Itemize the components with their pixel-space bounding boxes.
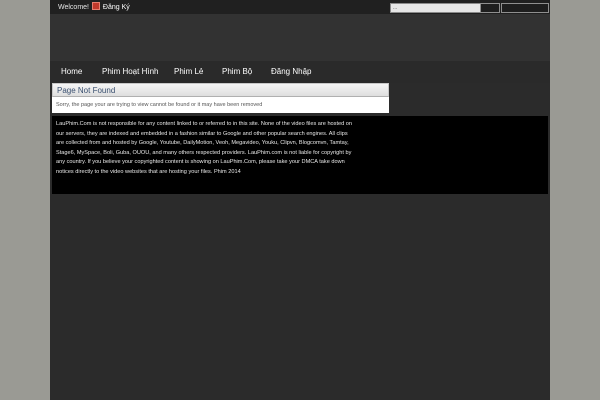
disclaimer-box: LauPhim.Com is not responsible for any c… (52, 116, 548, 194)
register-icon (91, 2, 100, 10)
site-header (50, 14, 550, 61)
page-wrapper: Welcome! Đăng Ký Home Phim Hoạt Hình Phi… (50, 0, 550, 400)
welcome-area: Welcome! Đăng Ký (58, 2, 130, 13)
notice-message: Sorry, the page your are trying to view … (52, 97, 389, 113)
register-link[interactable]: Đăng Ký (103, 4, 130, 11)
nav-phim-hoat-hinh[interactable]: Phim Hoạt Hình (102, 61, 158, 83)
nav-phim-bo[interactable]: Phim Bộ (222, 61, 252, 83)
search-input[interactable] (390, 3, 482, 13)
search-button[interactable] (480, 3, 500, 13)
nav-dang-nhap[interactable]: Đăng Nhập (271, 61, 311, 83)
nav-phim-le[interactable]: Phim Lẻ (174, 61, 203, 83)
main-nav: Home Phim Hoạt Hình Phim Lẻ Phim Bộ Đăng… (50, 61, 550, 83)
top-bar: Welcome! Đăng Ký (50, 0, 550, 14)
notice-title: Page Not Found (52, 83, 389, 97)
search-option-button[interactable] (501, 3, 549, 13)
disclaimer-text: LauPhim.Com is not responsible for any c… (56, 121, 353, 175)
welcome-text: Welcome! (58, 4, 89, 11)
nav-home[interactable]: Home (61, 61, 82, 83)
